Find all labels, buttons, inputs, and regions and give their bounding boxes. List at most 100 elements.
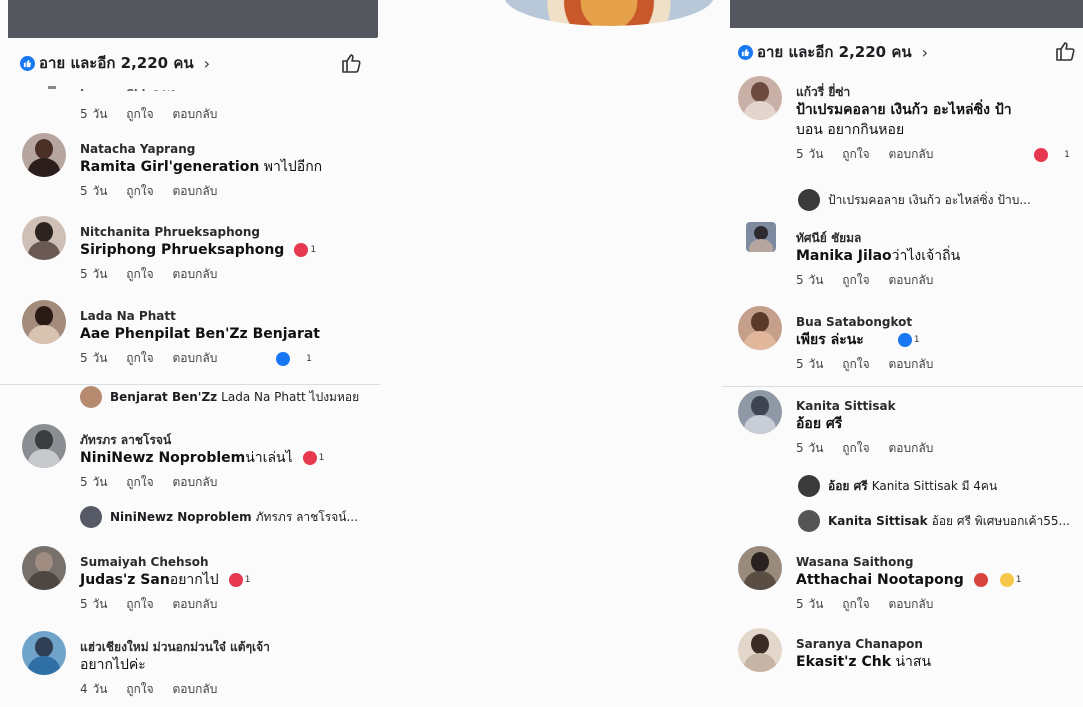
reply-author[interactable]: อ้อย ศรี: [828, 477, 868, 496]
like-link[interactable]: ถูกใจ: [126, 184, 153, 198]
comment-time: 5 วัน: [80, 267, 108, 281]
reaction-count[interactable]: 1: [228, 570, 250, 590]
comment-time: 5 วัน: [796, 273, 824, 287]
like-icon: [738, 44, 753, 60]
comment-author[interactable]: แก้วรี่ ยี่ซ่า: [796, 84, 1083, 100]
reply-text: ภัทรภร ลาชโรจน์...: [255, 509, 358, 524]
like-link[interactable]: ถูกใจ: [126, 351, 153, 365]
mention-link[interactable]: Atthachai Nootapong: [796, 572, 964, 588]
reply-preview[interactable]: อ้อย ศรี Kanita Sittisak มี 4คน: [798, 475, 997, 497]
heart-icon: [302, 451, 317, 465]
comment-time: 4 วัน: [80, 682, 108, 696]
reply-link[interactable]: ตอบกลับ: [172, 107, 217, 121]
reply-link[interactable]: ตอบกลับ: [172, 682, 217, 696]
avatar[interactable]: [746, 222, 776, 252]
mention-link[interactable]: อ้อย ศรี: [796, 416, 842, 432]
comment-text: Siriphong Phrueksaphong 1: [80, 240, 370, 260]
reaction-count[interactable]: 1: [302, 448, 324, 468]
mention-link[interactable]: Manika Jilao: [796, 248, 892, 264]
like-link[interactable]: ถูกใจ: [126, 597, 153, 611]
reply-link[interactable]: ตอบกลับ: [172, 351, 217, 365]
like-link[interactable]: ถูกใจ: [842, 441, 869, 455]
comment-author[interactable]: Wasana Saithong: [796, 554, 1083, 570]
comment-author[interactable]: Kanita Sittisak: [796, 398, 1083, 414]
like-link[interactable]: ถูกใจ: [842, 597, 869, 611]
reactions-summary[interactable]: อาย และอีก 2,220 คน ›: [20, 51, 210, 75]
heart-icon: [1034, 147, 1049, 162]
reaction-count[interactable]: 1: [294, 240, 316, 260]
comment-time: 5 วัน: [80, 184, 108, 198]
reactions-summary[interactable]: อาย และอีก 2,220 คน ›: [738, 40, 928, 64]
reply-preview[interactable]: NiniNewz Noproblem ภัทรภร ลาชโรจน์...: [80, 506, 358, 528]
comment-time: 5 วัน: [796, 147, 824, 161]
avatar[interactable]: [22, 546, 66, 590]
comment-author[interactable]: Nitchanita Phrueksaphong: [80, 224, 370, 240]
mention-link[interactable]: NiniNewz Noproblem: [80, 450, 245, 466]
comment-meta: 5 วัน ถูกใจ ตอบกลับ: [80, 595, 370, 614]
comments-panel-right: อาย และอีก 2,220 คน › แก้วรี่ ยี่ซ่า ป้า…: [722, 0, 1083, 707]
avatar[interactable]: [22, 631, 66, 675]
mention-link[interactable]: Ekasit'z Chk: [796, 654, 891, 670]
reply-link[interactable]: ตอบกลับ: [888, 597, 933, 611]
reply-text: ป้าเปรมคอลาย เงินก้ว อะไหล่ซิ่ง ป้าบ...: [828, 192, 1031, 207]
reply-link[interactable]: ตอบกลับ: [172, 184, 217, 198]
avatar[interactable]: [738, 628, 782, 672]
like-link[interactable]: ถูกใจ: [126, 475, 153, 489]
mention-link[interactable]: Ramita Girl'generation: [80, 159, 259, 175]
like-outline-icon[interactable]: [1054, 40, 1076, 62]
reply-preview[interactable]: ป้าเปรมคอลาย เงินก้ว อะไหล่ซิ่ง ป้าบ...: [798, 189, 1031, 211]
comment-author[interactable]: แฮ่วเชียงใหม่ ม่วนอกม่วนใจ๋ แต้ๆเจ้า: [80, 639, 370, 655]
comment-author[interactable]: Bua Satabongkot: [796, 314, 1083, 330]
mention-link[interactable]: Siriphong Phrueksaphong: [80, 242, 284, 258]
avatar[interactable]: [738, 306, 782, 350]
like-link[interactable]: ถูกใจ: [842, 273, 869, 287]
comment-author[interactable]: ภัทรภร ลาชโรจน์: [80, 432, 370, 448]
reply-preview[interactable]: Kanita Sittisak อ้อย ศรี พิเศษบอกเค้า55.…: [798, 510, 1070, 532]
avatar[interactable]: [738, 76, 782, 120]
comment-time: 5 วัน: [796, 597, 824, 611]
comment-author[interactable]: Saranya Chanapon: [796, 636, 1083, 652]
reaction-count[interactable]: 1: [276, 351, 326, 366]
like-link[interactable]: ถูกใจ: [126, 107, 153, 121]
comment-author[interactable]: Sumaiyah Chehsoh: [80, 554, 370, 570]
reaction-count[interactable]: 1: [1034, 147, 1083, 162]
comment-meta: 5 วัน ถูกใจ ตอบกลับ: [80, 473, 370, 492]
mention-link[interactable]: เพียร ล่ะนะ: [796, 332, 864, 348]
reply-link[interactable]: ตอบกลับ: [172, 267, 217, 281]
avatar[interactable]: [22, 424, 66, 468]
like-link[interactable]: ถูกใจ: [842, 147, 869, 161]
reply-link[interactable]: ตอบกลับ: [172, 597, 217, 611]
avatar[interactable]: [738, 390, 782, 434]
mention-link[interactable]: Aae Phenpilat Ben'Zz Benjarat: [80, 326, 320, 342]
reply-link[interactable]: ตอบกลับ: [888, 273, 933, 287]
avatar: [798, 189, 820, 211]
reply-link[interactable]: ตอบกลับ: [888, 357, 933, 371]
comment-author[interactable]: ทัศนีย์ ชัยมล: [796, 230, 1083, 246]
comment-meta: 5 วัน ถูกใจ ตอบกลับ: [796, 595, 1083, 614]
reply-preview[interactable]: Benjarat Ben'Zz Lada Na Phatt ไปงมหอย: [80, 386, 359, 408]
like-outline-icon[interactable]: [340, 52, 362, 74]
like-link[interactable]: ถูกใจ: [842, 357, 869, 371]
reply-link[interactable]: ตอบกลับ: [888, 147, 933, 161]
like-link[interactable]: ถูกใจ: [126, 682, 153, 696]
reply-link[interactable]: ตอบกลับ: [172, 475, 217, 489]
reaction-count[interactable]: 1: [973, 570, 1021, 590]
reply-author[interactable]: NiniNewz Noproblem: [110, 510, 252, 524]
comment-text: Aae Phenpilat Ben'Zz Benjarat: [80, 324, 370, 344]
comment-author[interactable]: Lada Na Phatt: [80, 308, 370, 324]
comment-meta: 5 วัน ถูกใจ ตอบกลับ: [80, 105, 231, 124]
like-icon: [276, 351, 291, 366]
reply-author[interactable]: Benjarat Ben'Zz: [110, 390, 217, 404]
divider: [722, 386, 1083, 387]
avatar[interactable]: [738, 546, 782, 590]
avatar[interactable]: [22, 216, 66, 260]
mention-link[interactable]: Judas'z San: [80, 572, 170, 588]
like-link[interactable]: ถูกใจ: [126, 267, 153, 281]
avatar[interactable]: [22, 133, 66, 177]
avatar[interactable]: [22, 300, 66, 344]
comment-author[interactable]: Natacha Yaprang: [80, 141, 370, 157]
reply-author[interactable]: Kanita Sittisak: [828, 514, 928, 528]
reply-link[interactable]: ตอบกลับ: [888, 441, 933, 455]
reaction-count[interactable]: 1: [897, 330, 920, 350]
comment-body: ว่าไงเจ้าถิ่น: [891, 248, 961, 264]
